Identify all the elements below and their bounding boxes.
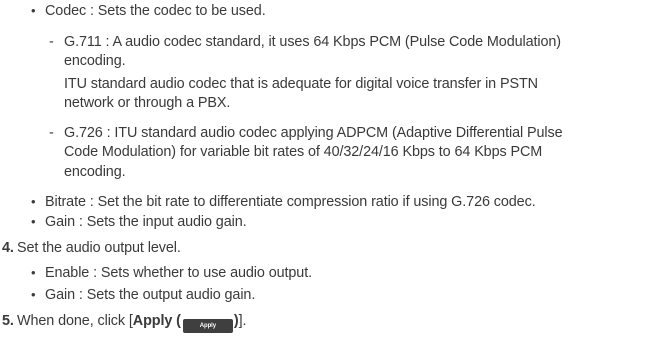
step-5-text: When done, click [Apply (Apply)]. — [17, 312, 246, 333]
g711-line-3: ITU standard audio codec that is adequat… — [64, 76, 538, 92]
step-4-text: Set the audio output level. — [17, 240, 181, 256]
step-number: 5. — [2, 313, 14, 329]
bullet-marker: • — [31, 265, 36, 280]
step-number: 4. — [2, 240, 14, 256]
bullet-marker: • — [31, 287, 36, 302]
dash-marker: - — [49, 125, 54, 141]
g711-line-4: network or through a PBX. — [64, 95, 231, 111]
g726-line-1: G.726 : ITU standard audio codec applyin… — [64, 125, 563, 141]
bullet-marker: • — [31, 3, 36, 18]
codec-item-text: Codec : Sets the codec to be used. — [45, 3, 266, 19]
enable-item-text: Enable : Sets whether to use audio outpu… — [45, 265, 313, 281]
g711-line-1: G.711 : A audio codec standard, it uses … — [64, 34, 561, 50]
bullet-marker: • — [31, 194, 36, 209]
input-gain-item-text: Gain : Sets the input audio gain. — [45, 214, 247, 230]
g726-line-3: encoding. — [64, 164, 126, 180]
dash-marker: - — [49, 34, 54, 50]
g711-line-2: encoding. — [64, 53, 126, 69]
apply-button[interactable]: Apply — [182, 319, 233, 333]
step-5-prefix: When done, click [ — [17, 313, 133, 329]
output-gain-item-text: Gain : Sets the output audio gain. — [45, 287, 256, 303]
apply-label: Apply ( — [132, 313, 181, 329]
bitrate-item-text: Bitrate : Set the bit rate to differenti… — [45, 194, 536, 210]
bullet-marker: • — [31, 214, 36, 229]
g726-line-2: Code Modulation) for variable bit rates … — [64, 144, 543, 160]
step-5-suffix: ]. — [238, 313, 247, 329]
